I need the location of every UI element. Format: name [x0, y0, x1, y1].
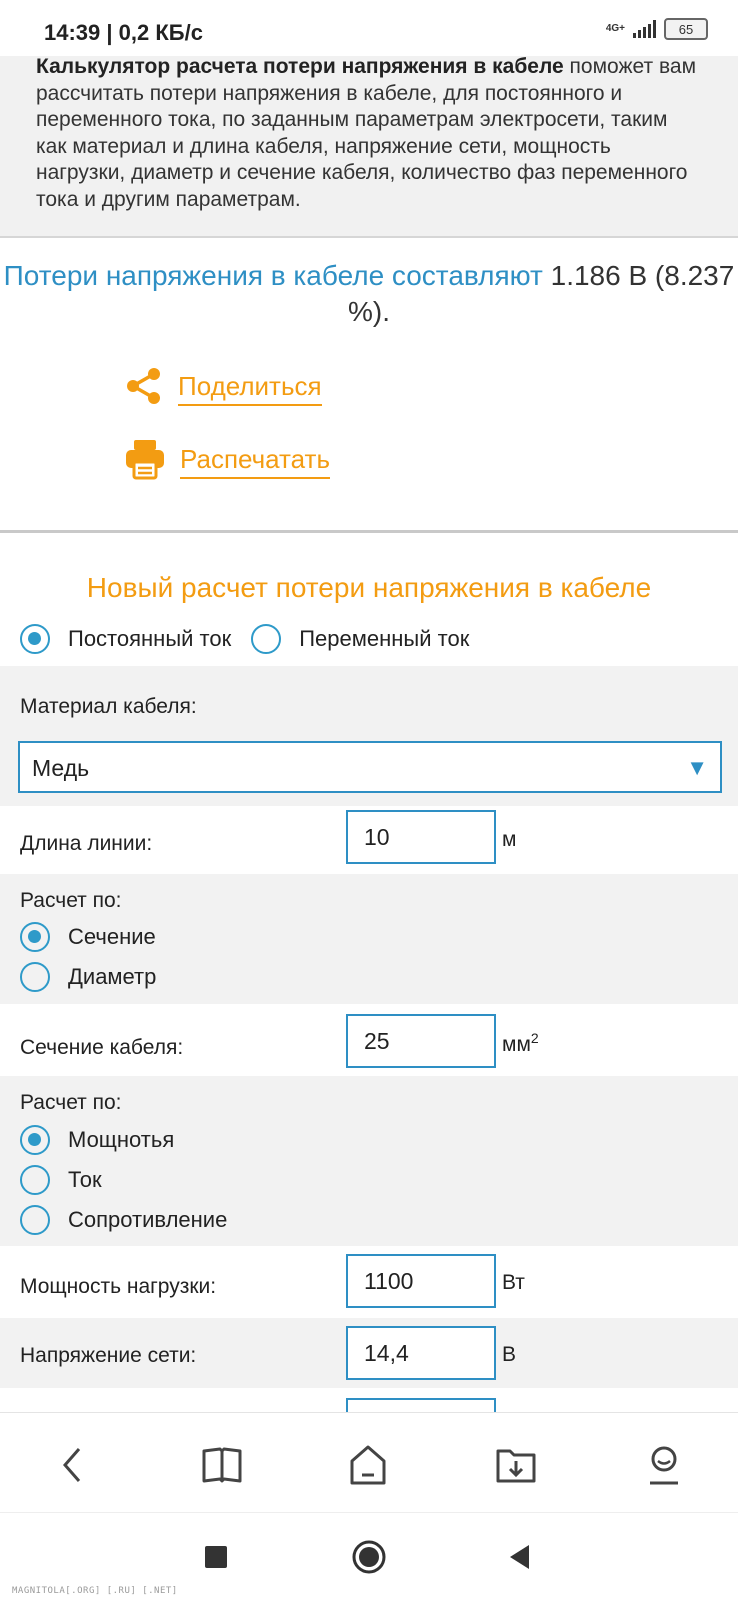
- radio-section-button[interactable]: [20, 922, 50, 952]
- calc-by-label-2: Расчет по:: [20, 1091, 122, 1114]
- voltage-unit: В: [502, 1343, 517, 1366]
- power-input[interactable]: [346, 1254, 496, 1308]
- section-unit-base: мм: [502, 1033, 531, 1056]
- home-button-icon[interactable]: [349, 1537, 389, 1577]
- battery-level: 65: [678, 21, 694, 37]
- result-label: Потери напряжения в кабеле составляют: [3, 260, 543, 291]
- system-back-icon[interactable]: [500, 1537, 540, 1577]
- divider: [0, 530, 738, 533]
- share-link[interactable]: Поделиться: [124, 366, 322, 411]
- status-icons: 4G+ 65: [606, 18, 708, 40]
- network-type-label: 4G+: [605, 23, 625, 34]
- intro-bold: Калькулятор расчета потери напряжения в …: [36, 55, 564, 78]
- length-unit: м: [502, 828, 517, 851]
- radio-diameter-button[interactable]: [20, 962, 50, 992]
- radio-power-button[interactable]: [20, 1125, 50, 1155]
- length-label: Длина линии:: [20, 832, 153, 855]
- voltage-label: Напряжение сети:: [20, 1344, 197, 1367]
- section-unit-sup: 2: [530, 1030, 539, 1046]
- material-select[interactable]: Медь ▼: [18, 741, 722, 793]
- radio-power[interactable]: Мощнотья: [20, 1125, 174, 1155]
- status-time: 14:39 | 0,2 КБ/с: [44, 20, 203, 46]
- intro-rest: поможет вам рассчитать потери напряжения…: [36, 55, 697, 211]
- print-label[interactable]: Распечатать: [180, 444, 331, 479]
- current-type-group: Постоянный ток Переменный ток: [20, 624, 489, 654]
- section-label: Сечение кабеля:: [20, 1036, 184, 1059]
- battery-icon: 65: [664, 18, 708, 40]
- material-label: Материал кабеля:: [20, 695, 197, 718]
- radio-ac-label[interactable]: Переменный ток: [299, 626, 469, 652]
- radio-current-button[interactable]: [20, 1165, 50, 1195]
- radio-dc-label[interactable]: Постоянный ток: [68, 626, 231, 652]
- browser-toolbar: [0, 1412, 738, 1512]
- voltage-input[interactable]: [346, 1326, 496, 1380]
- status-bar: 14:39 | 0,2 КБ/с 4G+ 65: [0, 0, 738, 56]
- dropdown-arrow-icon: ▼: [686, 755, 708, 780]
- print-link[interactable]: Распечатать: [124, 438, 331, 485]
- radio-dc-button[interactable]: [20, 624, 50, 654]
- voltage-field[interactable]: [348, 1328, 494, 1378]
- share-icon: [124, 366, 164, 411]
- length-input[interactable]: [346, 810, 496, 864]
- downloads-icon[interactable]: [494, 1443, 538, 1487]
- radio-ac[interactable]: Переменный ток: [251, 624, 469, 654]
- power-label: Мощность нагрузки:: [20, 1275, 217, 1298]
- radio-diameter[interactable]: Диаметр: [20, 962, 156, 992]
- power-unit: Вт: [502, 1271, 525, 1294]
- network-speed: | 0,2 КБ/с: [106, 20, 203, 45]
- power-field[interactable]: [348, 1256, 494, 1306]
- radio-resistance-button[interactable]: [20, 1205, 50, 1235]
- section-input[interactable]: [346, 1014, 496, 1068]
- intro-text: Калькулятор расчета потери напряжения в …: [0, 50, 738, 238]
- profile-icon[interactable]: [642, 1443, 686, 1487]
- back-icon[interactable]: [50, 1443, 94, 1487]
- signal-icon: [633, 20, 656, 38]
- watermark: MAGNITOLA[.ORG] [.RU] [.NET]: [12, 1586, 178, 1596]
- share-label[interactable]: Поделиться: [178, 371, 322, 406]
- section-unit: мм2: [502, 1030, 539, 1057]
- radio-ac-button[interactable]: [251, 624, 282, 654]
- radio-section-label[interactable]: Сечение: [68, 924, 156, 950]
- result-text: Потери напряжения в кабеле составляют 1.…: [0, 258, 738, 330]
- next-input-partial[interactable]: [346, 1398, 496, 1412]
- printer-icon: [124, 438, 166, 485]
- clock: 14:39: [44, 20, 101, 45]
- radio-resistance-label[interactable]: Сопротивление: [68, 1207, 227, 1233]
- home-icon[interactable]: [346, 1443, 390, 1487]
- network-type: 4G+: [606, 24, 625, 34]
- length-field[interactable]: [348, 812, 494, 862]
- radio-section[interactable]: Сечение: [20, 922, 156, 952]
- section-field[interactable]: [348, 1016, 494, 1066]
- radio-diameter-label[interactable]: Диаметр: [68, 964, 156, 990]
- calc-by-label-1: Расчет по:: [20, 889, 122, 912]
- material-value: Медь: [32, 755, 90, 781]
- recents-icon[interactable]: [196, 1537, 236, 1577]
- form-title: Новый расчет потери напряжения в кабеле: [86, 572, 652, 603]
- radio-current-label[interactable]: Ток: [68, 1167, 102, 1193]
- radio-resistance[interactable]: Сопротивление: [20, 1205, 227, 1235]
- bookmarks-icon[interactable]: [200, 1443, 244, 1487]
- radio-current[interactable]: Ток: [20, 1165, 102, 1195]
- radio-dc[interactable]: Постоянный ток: [20, 624, 231, 654]
- radio-power-label[interactable]: Мощнотья: [68, 1127, 174, 1153]
